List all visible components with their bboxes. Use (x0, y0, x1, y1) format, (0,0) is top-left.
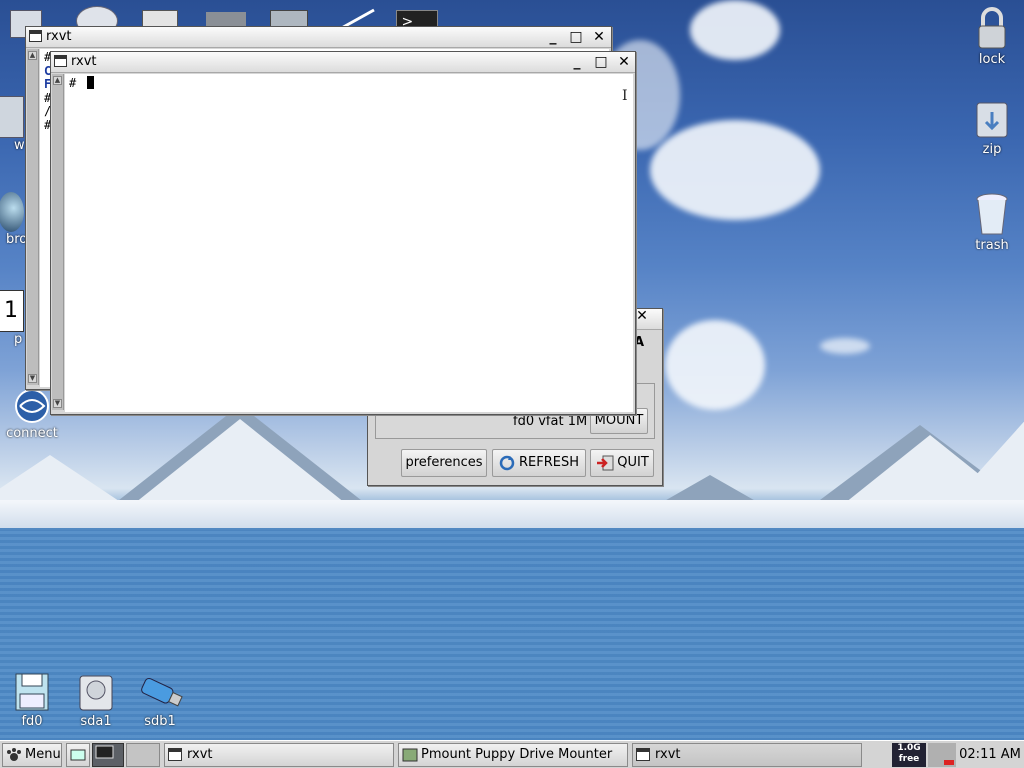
close-button[interactable]: ✕ (589, 28, 609, 46)
refresh-icon (499, 455, 515, 471)
refresh-button[interactable]: REFRESH (492, 449, 586, 477)
menu-button[interactable]: Menu (2, 743, 62, 767)
task-button-pmount[interactable]: Pmount Puppy Drive Mounter (398, 743, 628, 767)
zip-icon (974, 100, 1010, 140)
maximize-button[interactable]: □ (566, 28, 586, 46)
cloud (650, 120, 820, 220)
network-status-icon (944, 760, 954, 765)
task-label: rxvt (655, 747, 681, 762)
cloud (820, 338, 870, 354)
desktop-icon-fd0[interactable]: fd0 (2, 672, 62, 729)
desktop-icon-zip[interactable]: zip (962, 100, 1022, 157)
clock[interactable]: 02:11 AM (958, 743, 1022, 767)
icon-label: zip (982, 142, 1002, 157)
menu-label: Menu (25, 747, 61, 762)
desktop-icon-trash[interactable]: trash (962, 192, 1022, 253)
connect-icon (14, 388, 50, 424)
icon-label: sdb1 (144, 714, 176, 729)
snowline (0, 500, 1024, 530)
icon-label: fd0 (21, 714, 43, 729)
icon-label: connect (6, 426, 58, 441)
calendar-icon: 1 (0, 290, 24, 332)
terminal-icon (54, 55, 67, 67)
drive-mounter-icon (402, 748, 418, 762)
desktop-icon-sda1[interactable]: sda1 (66, 672, 126, 729)
drive-info-text: fd0 vfat 1M (513, 414, 588, 429)
close-button[interactable]: ✕ (614, 53, 634, 71)
desktop-icon-lock[interactable]: lock (962, 6, 1022, 67)
lock-icon (974, 6, 1010, 50)
back-terminal-scrollbar[interactable]: ▲ ▼ (27, 49, 39, 385)
trash-icon (974, 192, 1010, 236)
icon-label: trash (975, 238, 1009, 253)
maximize-button[interactable]: □ (591, 53, 611, 71)
task-label: rxvt (187, 747, 213, 762)
preferences-button[interactable]: preferences (401, 449, 487, 477)
back-terminal-titlebar[interactable]: rxvt _ □ ✕ (26, 27, 611, 48)
quit-label: QUIT (617, 455, 649, 470)
terminal-cursor (87, 76, 95, 89)
window-title: rxvt (71, 54, 97, 69)
scroll-up-arrow[interactable]: ▲ (53, 76, 62, 85)
terminal-prompt: # (69, 76, 77, 90)
scroll-down-arrow[interactable]: ▼ (28, 374, 37, 383)
taskbar: Menu rxvt Pmount Puppy Drive Mounter rxv… (0, 740, 1024, 768)
workspace-1[interactable] (92, 743, 124, 767)
task-button-rxvt[interactable]: rxvt (164, 743, 394, 767)
paw-icon (7, 748, 21, 761)
free-space-amount: 1.0G (897, 743, 921, 753)
terminal-icon (29, 30, 42, 42)
harddisk-icon (78, 672, 114, 712)
icon-label: lock (978, 52, 1006, 67)
icon-label: w (14, 138, 25, 153)
window-title: rxvt (46, 29, 72, 44)
usb-drive-icon (136, 672, 184, 712)
refresh-label: REFRESH (519, 455, 579, 470)
exit-icon (597, 455, 614, 471)
free-space-indicator[interactable]: 1.0G free (892, 743, 926, 767)
free-space-label: free (898, 754, 920, 764)
minimize-button[interactable]: _ (567, 53, 587, 71)
floppy-icon (14, 672, 50, 712)
front-terminal-output[interactable]: # (65, 74, 633, 412)
monitor-icon (95, 745, 114, 759)
front-terminal-window: rxvt _ □ ✕ ▲ ▼ # I (50, 51, 636, 415)
workspace-2[interactable] (126, 743, 160, 767)
desktop-icon (70, 749, 86, 761)
terminal-icon (168, 748, 182, 761)
front-terminal-titlebar[interactable]: rxvt _ □ ✕ (51, 52, 635, 73)
terminal-icon (636, 748, 650, 761)
globe-icon (0, 192, 24, 232)
minimize-button[interactable]: _ (543, 28, 563, 46)
front-terminal-scrollbar[interactable]: ▲ ▼ (52, 74, 64, 410)
show-desktop-button[interactable] (66, 743, 90, 767)
icon-label: p (14, 332, 23, 347)
quit-button[interactable]: QUIT (590, 449, 654, 477)
cloud (690, 0, 780, 60)
network-indicator[interactable] (928, 743, 956, 767)
write-icon (0, 96, 24, 138)
desktop-icon-sdb1[interactable]: sdb1 (130, 672, 190, 729)
task-label: Pmount Puppy Drive Mounter (421, 747, 613, 762)
scroll-down-arrow[interactable]: ▼ (53, 399, 62, 408)
cloud (665, 320, 765, 410)
text-cursor-icon: I (622, 88, 628, 104)
scroll-up-arrow[interactable]: ▲ (28, 51, 37, 60)
task-button-rxvt-active[interactable]: rxvt (632, 743, 862, 767)
icon-label: sda1 (80, 714, 112, 729)
